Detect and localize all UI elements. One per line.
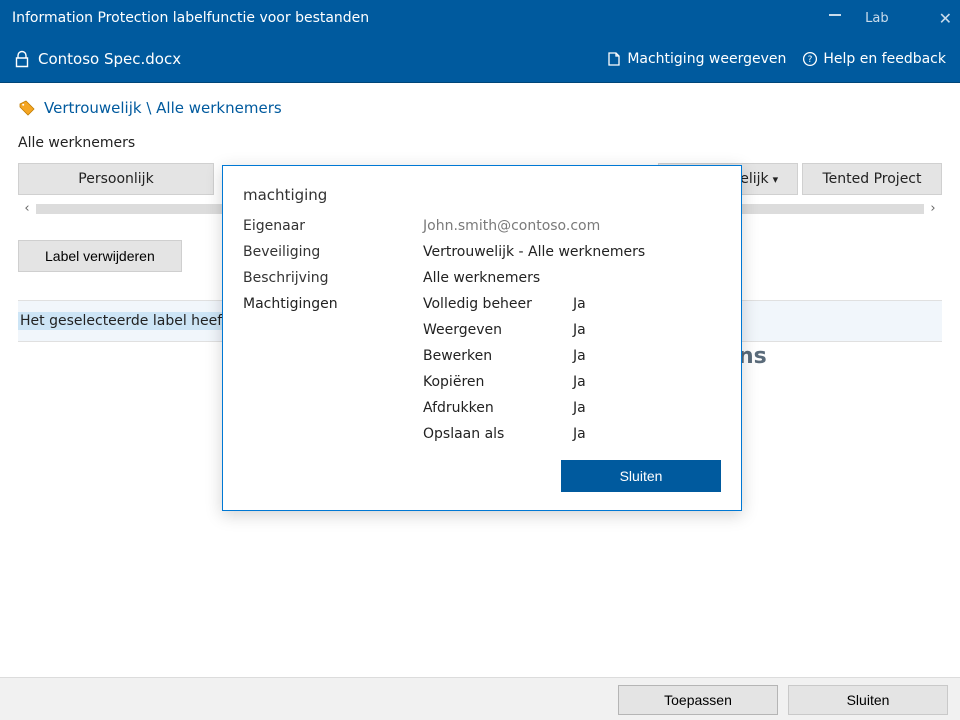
permissions-list: Machtigingen Volledig beheer Ja Weergeve… xyxy=(243,296,721,442)
tag-icon xyxy=(18,99,36,117)
perm-value: Ja xyxy=(573,400,586,416)
modal-close-button[interactable]: Sluiten xyxy=(561,460,721,492)
close-button[interactable]: Sluiten xyxy=(788,685,948,715)
modal-title: machtiging xyxy=(243,186,721,204)
security-label: Beveiliging xyxy=(243,244,423,260)
perm-value: Ja xyxy=(573,374,586,390)
dialog-footer: Toepassen Sluiten xyxy=(0,677,960,720)
app-title: Information Protection labelfunctie voor… xyxy=(12,10,829,26)
owner-value: John.smith@contoso.com xyxy=(423,218,600,234)
label-btn-personal[interactable]: Persoonlijk xyxy=(18,163,214,195)
help-feedback-link[interactable]: ? Help en feedback xyxy=(802,51,946,67)
description-tail-fragment: ns xyxy=(738,344,767,369)
permissions-row: Opslaan als Ja xyxy=(243,426,721,442)
permissions-row: Kopiëren Ja xyxy=(243,374,721,390)
permissions-row: Bewerken Ja xyxy=(243,348,721,364)
label-btn-tented-project[interactable]: Tented Project xyxy=(802,163,942,195)
close-icon[interactable]: ✕ xyxy=(939,9,952,28)
selected-label-heading: Alle werknemers xyxy=(18,135,942,151)
perm-value: Ja xyxy=(573,348,586,364)
apply-button[interactable]: Toepassen xyxy=(618,685,778,715)
show-permissions-label: Machtiging weergeven xyxy=(627,51,786,67)
perm-value: Ja xyxy=(573,426,586,442)
perm-name: Kopiëren xyxy=(423,374,573,390)
help-icon: ? xyxy=(802,51,818,67)
perm-value: Ja xyxy=(573,296,586,312)
lock-icon xyxy=(14,50,30,68)
scroll-right-icon[interactable]: › xyxy=(924,201,942,216)
perm-name: Bewerken xyxy=(423,348,573,364)
perm-name: Weergeven xyxy=(423,322,573,338)
modal-row-owner: Eigenaar John.smith@contoso.com xyxy=(243,218,721,234)
modal-row-security: Beveiliging Vertrouwelijk - Alle werknem… xyxy=(243,244,721,260)
header-actions: Machtiging weergeven ? Help en feedback xyxy=(606,51,946,67)
permissions-label: Machtigingen xyxy=(243,296,423,312)
remove-label-button[interactable]: Label verwijderen xyxy=(18,240,182,272)
breadcrumb: Vertrouwelijk \ Alle werknemers xyxy=(18,99,942,117)
label-btn-personal-text: Persoonlijk xyxy=(78,171,153,187)
chevron-down-icon: ▾ xyxy=(773,173,779,186)
security-value: Vertrouwelijk - Alle werknemers xyxy=(423,244,645,260)
file-header: Contoso Spec.docx Machtiging weergeven ?… xyxy=(0,36,960,83)
permissions-modal: machtiging Eigenaar John.smith@contoso.c… xyxy=(222,165,742,511)
lab-label: Lab xyxy=(865,11,888,26)
scroll-left-icon[interactable]: ‹ xyxy=(18,201,36,216)
show-permissions-link[interactable]: Machtiging weergeven xyxy=(606,51,786,67)
filename: Contoso Spec.docx xyxy=(38,50,606,68)
permissions-row: Weergeven Ja xyxy=(243,322,721,338)
minimize-icon[interactable] xyxy=(829,14,841,16)
svg-text:?: ? xyxy=(808,55,813,65)
desc-value: Alle werknemers xyxy=(423,270,540,286)
modal-row-description: Beschrijving Alle werknemers xyxy=(243,270,721,286)
title-bar: Information Protection labelfunctie voor… xyxy=(0,0,960,36)
description-text: Het geselecteerde label heeft al xyxy=(18,312,246,330)
perm-value: Ja xyxy=(573,322,586,338)
desc-label: Beschrijving xyxy=(243,270,423,286)
label-btn-tented-text: Tented Project xyxy=(823,171,922,187)
permissions-icon xyxy=(606,51,622,67)
help-feedback-label: Help en feedback xyxy=(823,51,946,67)
permissions-row: Afdrukken Ja xyxy=(243,400,721,416)
perm-name: Afdrukken xyxy=(423,400,573,416)
window-controls: Lab ✕ xyxy=(829,9,952,28)
perm-name: Volledig beheer xyxy=(423,296,573,312)
perm-name: Opslaan als xyxy=(423,426,573,442)
permissions-row: Machtigingen Volledig beheer Ja xyxy=(243,296,721,312)
breadcrumb-text: Vertrouwelijk \ Alle werknemers xyxy=(44,99,282,117)
owner-label: Eigenaar xyxy=(243,218,423,234)
